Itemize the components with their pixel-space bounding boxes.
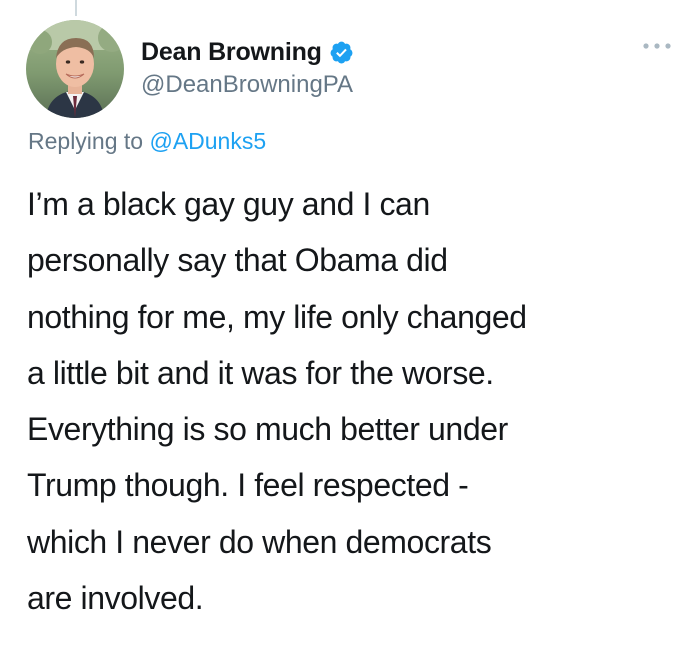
tweet-text-line: a little bit and it was for the worse.	[27, 354, 494, 391]
tweet-text-line: nothing for me, my life only changed	[27, 298, 527, 335]
tweet-body-text: I’m a black gay guy and I can personally…	[27, 176, 687, 626]
tweet-text-line: I’m a black gay guy and I can	[27, 186, 430, 222]
author-name-row: Dean Browning	[141, 36, 354, 68]
tweet-text-line: are involved.	[27, 580, 204, 617]
author-display-name[interactable]: Dean Browning	[141, 38, 322, 67]
more-options-icon[interactable]	[637, 34, 677, 58]
tweet-text-line: which I never do when democrats	[27, 523, 492, 560]
tweet-text-line: Trump though. I feel respected -	[27, 467, 469, 504]
tweet-text-line: personally say that Obama did	[27, 242, 448, 279]
replying-to-handle-link[interactable]: @ADunks5	[149, 128, 266, 154]
verified-badge-icon	[329, 40, 354, 65]
tweet-card: Dean Browning @DeanBrowningPA Replying t…	[0, 0, 695, 655]
author-avatar[interactable]	[26, 20, 124, 118]
replying-to-label: Replying to	[28, 128, 144, 154]
replying-to-line: Replying to @ADunks5	[28, 128, 266, 155]
avatar-photo	[26, 20, 124, 118]
author-handle[interactable]: @DeanBrowningPA	[141, 71, 353, 99]
tweet-text-line: Everything is so much better under	[27, 411, 508, 448]
thread-connector-line	[75, 0, 77, 16]
